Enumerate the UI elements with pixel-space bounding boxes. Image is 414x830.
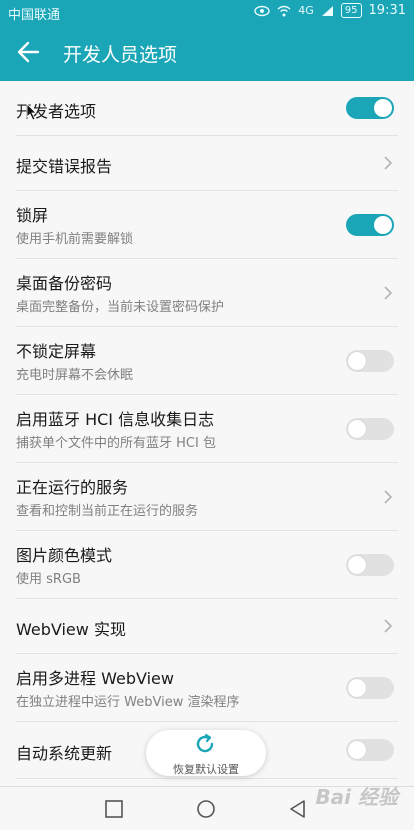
setting-subtitle: 使用 sRGB: [16, 572, 81, 587]
setting-row[interactable]: 启用蓝牙 HCI 信息收集日志捕获单个文件中的所有蓝牙 HCI 包: [16, 395, 398, 463]
setting-title: 锁屏: [16, 206, 49, 225]
setting-subtitle: 查看和控制当前正在运行的服务: [16, 504, 199, 519]
setting-subtitle: 在独立进程中运行 WebView 渲染程序: [16, 695, 240, 710]
setting-toggle[interactable]: [346, 677, 394, 699]
status-icons: 4G 95 19:31: [254, 3, 406, 18]
setting-title: 启用蓝牙 HCI 信息收集日志: [16, 410, 215, 429]
wifi-icon: [277, 5, 291, 16]
setting-row[interactable]: 锁屏使用手机前需要解锁: [16, 191, 398, 259]
arrow-left-icon[interactable]: [16, 39, 42, 65]
mouse-cursor-icon: [26, 103, 37, 121]
chevron-right-icon[interactable]: [382, 489, 394, 505]
page-title: 开发人员选项: [63, 44, 178, 66]
circle-home-icon[interactable]: [196, 799, 216, 819]
setting-title: 图片颜色模式: [16, 546, 113, 565]
app-bar: 开发人员选项: [0, 24, 414, 81]
toggle-knob: [348, 420, 366, 438]
setting-row[interactable]: WebView 实现: [16, 599, 398, 654]
battery-level: 95: [340, 3, 362, 18]
setting-subtitle: 桌面完整备份，当前未设置密码保护: [16, 300, 225, 315]
setting-row[interactable]: 提交错误报告: [16, 136, 398, 191]
setting-title: 自动系统更新: [16, 744, 113, 763]
restore-defaults-button[interactable]: 恢复默认设置: [146, 730, 266, 776]
toggle-knob: [348, 679, 366, 697]
setting-toggle[interactable]: [346, 554, 394, 576]
setting-subtitle: 充电时屏幕不会休眠: [16, 368, 134, 383]
toggle-knob: [374, 216, 392, 234]
chevron-right-icon[interactable]: [382, 285, 394, 301]
chevron-right-icon[interactable]: [382, 155, 394, 171]
setting-toggle[interactable]: [346, 418, 394, 440]
chevron-right-icon[interactable]: [382, 618, 394, 634]
settings-list: 开发者选项提交错误报告 锁屏使用手机前需要解锁桌面备份密码桌面完整备份，当前未设置…: [0, 81, 414, 779]
signal-icon: [321, 5, 333, 16]
setting-subtitle: 捕获单个文件中的所有蓝牙 HCI 包: [16, 436, 216, 451]
setting-title: WebView 实现: [16, 620, 126, 639]
setting-toggle[interactable]: [346, 97, 394, 119]
toggle-knob: [348, 352, 366, 370]
setting-toggle[interactable]: [346, 350, 394, 372]
setting-row[interactable]: 不锁定屏幕充电时屏幕不会休眠: [16, 327, 398, 395]
refresh-icon: [196, 733, 214, 753]
toggle-knob: [348, 556, 366, 574]
setting-title: 提交错误报告: [16, 157, 113, 176]
setting-row[interactable]: 桌面备份密码桌面完整备份，当前未设置密码保护: [16, 259, 398, 327]
setting-toggle[interactable]: [346, 739, 394, 761]
square-recent-icon[interactable]: [104, 799, 124, 819]
setting-row[interactable]: 图片颜色模式使用 sRGB: [16, 531, 398, 599]
triangle-back-icon[interactable]: [288, 799, 308, 819]
clock: 19:31: [368, 3, 406, 18]
watermark: Bai 经验: [315, 785, 398, 809]
signal-type: 4G: [298, 4, 314, 17]
setting-toggle[interactable]: [346, 214, 394, 236]
status-bar: 中国联通 4G 95 19:31: [0, 0, 414, 24]
eye-icon: [254, 5, 270, 16]
toggle-knob: [348, 741, 366, 759]
setting-title: 不锁定屏幕: [16, 342, 97, 361]
carrier-name: 中国联通: [8, 8, 61, 23]
setting-row[interactable]: 开发者选项: [16, 81, 398, 136]
restore-defaults-label: 恢复默认设置: [173, 763, 239, 776]
setting-row[interactable]: 正在运行的服务查看和控制当前正在运行的服务: [16, 463, 398, 531]
toggle-knob: [374, 99, 392, 117]
setting-subtitle: 使用手机前需要解锁: [16, 232, 134, 247]
setting-title: 桌面备份密码: [16, 274, 113, 293]
setting-row[interactable]: 启用多进程 WebView 在独立进程中运行 WebView 渲染程序: [16, 654, 398, 722]
setting-title: 正在运行的服务: [16, 478, 129, 497]
setting-title: 启用多进程 WebView: [16, 669, 174, 688]
